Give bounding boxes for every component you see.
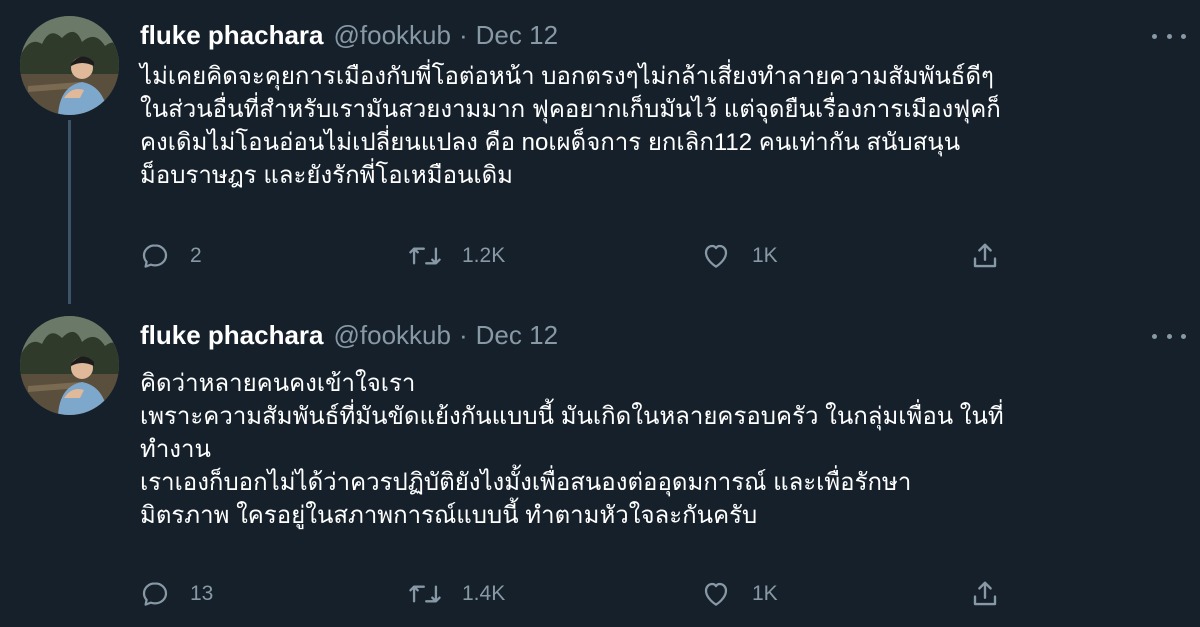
reply-count: 13 bbox=[190, 582, 214, 605]
retweet-count: 1.2K bbox=[462, 244, 506, 267]
share-button[interactable] bbox=[970, 574, 1000, 614]
share-button[interactable] bbox=[970, 236, 1000, 276]
like-icon bbox=[704, 582, 728, 606]
avatar-photo-icon bbox=[20, 16, 119, 115]
tweet[interactable]: fluke phachara @fookkub · Dec 12 คิดว่าห… bbox=[0, 300, 1200, 627]
separator: · bbox=[458, 20, 468, 50]
author-handle[interactable]: @fookkub bbox=[334, 20, 451, 51]
tweet-text-line: ทำงาน bbox=[140, 436, 211, 463]
tweet-text-line: มิตรภาพ ใครอยู่ในสภาพการณ์แบบนี้ ทำตามหั… bbox=[140, 502, 758, 529]
thread-connector bbox=[68, 120, 71, 304]
author-handle[interactable]: @fookkub bbox=[334, 320, 451, 351]
author-name[interactable]: fluke phachara bbox=[140, 20, 324, 51]
retweet-icon bbox=[409, 247, 441, 265]
author-name[interactable]: fluke phachara bbox=[140, 320, 324, 351]
tweet-text-line: เราเองก็บอกไม่ได้ว่าควรปฏิบัติยังไงมั้งเ… bbox=[140, 469, 912, 496]
separator: · bbox=[458, 320, 468, 350]
like-icon bbox=[704, 244, 728, 268]
retweet-button[interactable]: 1.4K bbox=[408, 574, 505, 614]
like-count: 1K bbox=[752, 244, 778, 267]
avatar[interactable] bbox=[20, 16, 119, 115]
share-icon bbox=[973, 243, 997, 268]
retweet-count: 1.4K bbox=[462, 582, 506, 605]
reply-icon bbox=[142, 582, 168, 606]
like-button[interactable]: 1K bbox=[700, 574, 778, 614]
tweet-text-line: คงเดิมไม่โอนอ่อนไม่เปลี่ยนแปลง คือ noเผด… bbox=[140, 129, 961, 156]
reply-icon bbox=[142, 244, 168, 268]
tweet-actions: 13 1.4K 1K bbox=[140, 574, 1020, 614]
tweet[interactable]: fluke phachara @fookkub · Dec 12 ไม่เคยค… bbox=[0, 0, 1200, 304]
tweet-text-line: ไม่เคยคิดจะคุยการเมืองกับพี่โอต่อหน้า บอ… bbox=[140, 63, 994, 90]
tweet-text-line: คิดว่าหลายคนคงเข้าใจเรา bbox=[140, 370, 416, 397]
tweet-date[interactable]: Dec 12 bbox=[476, 320, 558, 351]
more-icon[interactable] bbox=[1152, 26, 1186, 46]
tweet-feed: fluke phachara @fookkub · Dec 12 ไม่เคยค… bbox=[0, 0, 1200, 627]
tweet-text-line: ในส่วนอื่นที่สำหรับเรามันสวยงามมาก ฟุคอย… bbox=[140, 96, 1001, 123]
tweet-text: ไม่เคยคิดจะคุยการเมืองกับพี่โอต่อหน้า บอ… bbox=[140, 60, 1190, 192]
like-count: 1K bbox=[752, 582, 778, 605]
reply-button[interactable]: 13 bbox=[140, 574, 213, 614]
retweet-button[interactable]: 1.2K bbox=[408, 236, 505, 276]
tweet-actions: 2 1.2K 1K bbox=[140, 236, 1020, 276]
tweet-text: คิดว่าหลายคนคงเข้าใจเรา เพราะความสัมพันธ… bbox=[140, 367, 1190, 532]
avatar[interactable] bbox=[20, 316, 119, 415]
tweet-header: fluke phachara @fookkub · Dec 12 bbox=[140, 320, 558, 356]
reply-button[interactable]: 2 bbox=[140, 236, 202, 276]
tweet-text-line: ม็อบราษฎร และยังรักพี่โอเหมือนเดิม bbox=[140, 162, 513, 189]
more-icon[interactable] bbox=[1152, 326, 1186, 346]
tweet-header: fluke phachara @fookkub · Dec 12 bbox=[140, 20, 558, 56]
reply-count: 2 bbox=[190, 244, 202, 267]
tweet-date[interactable]: Dec 12 bbox=[476, 20, 558, 51]
tweet-text-line: เพราะความสัมพันธ์ที่มันขัดแย้งกันแบบนี้ … bbox=[140, 403, 1004, 430]
share-icon bbox=[973, 581, 997, 606]
avatar-photo-icon bbox=[20, 316, 119, 415]
like-button[interactable]: 1K bbox=[700, 236, 778, 276]
retweet-icon bbox=[409, 585, 441, 603]
